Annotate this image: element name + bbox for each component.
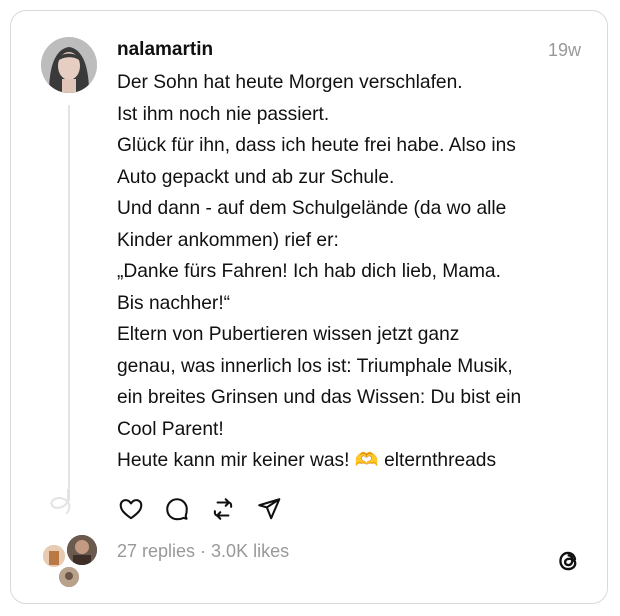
username[interactable]: nalamartin [117,39,213,61]
post-line: Der Sohn hat heute Morgen verschlafen. [117,72,463,93]
post-line-last: Heute kann mir keiner was! 🫶 elternthrea… [117,445,593,477]
topic-tag[interactable]: elternthreads [384,450,496,471]
share-icon [258,498,281,520]
thread-end-curl [50,489,71,514]
reply-button[interactable] [161,493,193,525]
like-button[interactable] [115,493,147,525]
post-line: Bis nachher!“ [117,292,231,314]
post-card: nalamartin 19w Der Sohn hat heute Morgen… [10,10,608,604]
post-timestamp: 19w [547,40,581,60]
post-line: Kinder ankommen) rief er: [117,229,339,251]
share-button[interactable] [253,493,285,525]
post-body: Der Sohn hat heute Morgen verschlafen. I… [117,67,593,477]
post-line: „Danke fürs Fahren! Ich hab dich lieb, M… [117,261,501,282]
repost-icon [213,498,233,520]
post-last-text: Heute kann mir keiner was! [117,450,350,471]
post-line: ein breites Grinsen und das Wissen: Du b… [117,387,522,408]
reply-like-stats[interactable]: 27 replies · 3.0K likes [117,541,289,562]
avatar[interactable] [41,37,97,93]
heart-hands-emoji: 🫶 [354,450,379,471]
comment-icon [166,498,188,521]
action-bar [115,493,285,525]
post-line: Ist ihm noch nie passiert. [117,103,330,125]
replier-avatar [65,533,99,567]
thread-line [68,105,70,501]
post-line: Cool Parent! [117,418,224,440]
post-line: Und dann - auf dem Schulgelände (da wo a… [117,198,507,219]
post-line: Auto gepackt und ab zur Schule. [117,166,395,188]
threads-logo-icon[interactable] [555,547,581,575]
post-line: genau, was innerlich los ist: Triumphale… [117,355,513,377]
repost-button[interactable] [207,493,239,525]
replier-avatars [37,533,107,589]
post-line: Eltern von Pubertieren wissen jetzt ganz [117,324,460,345]
replier-avatar [57,565,81,589]
heart-icon [119,499,143,520]
post-line: Glück für ihn, dass ich heute frei habe.… [117,135,516,156]
